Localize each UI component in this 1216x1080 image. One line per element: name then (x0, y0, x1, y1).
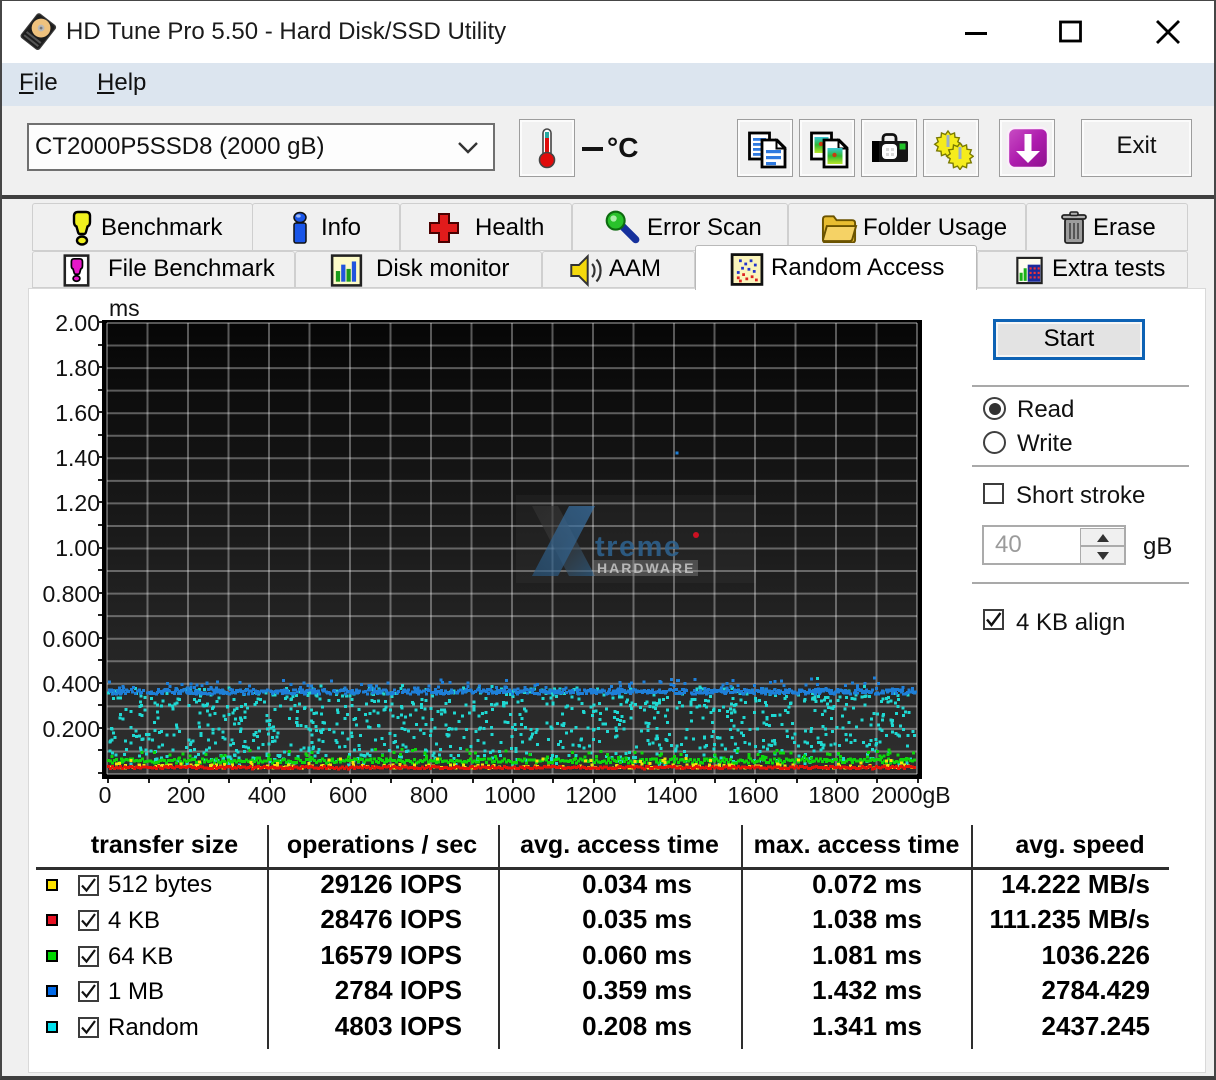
svg-text:HARDWARE: HARDWARE (597, 560, 695, 576)
svg-text:treme: treme (595, 531, 682, 563)
